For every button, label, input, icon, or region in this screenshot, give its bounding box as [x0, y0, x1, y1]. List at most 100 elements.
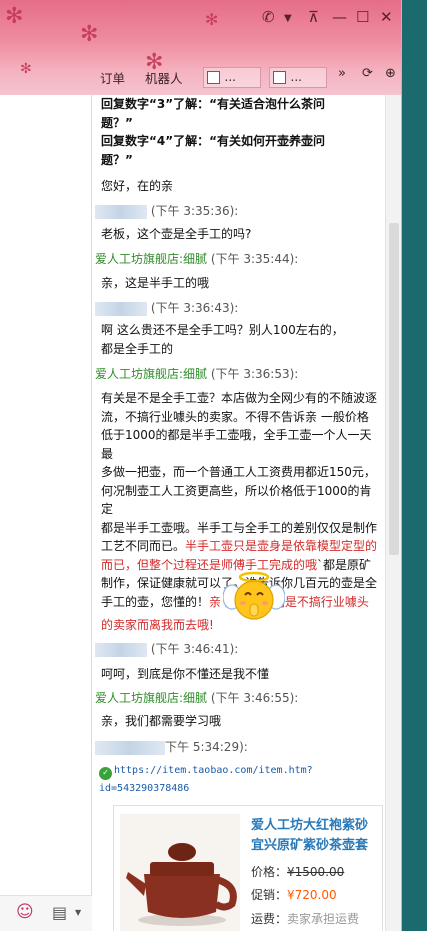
auto-reply-text: 回复数字“3”了解：“有关适合泡什么茶问 题？” 回复数字“4”了解：“有关如何… [101, 95, 379, 169]
refresh-icon[interactable]: ⟳ [362, 66, 373, 81]
more-tabs-button[interactable]: » [338, 66, 346, 81]
text-line: 多做一把壶，而一个普通工人工资费用都近150元， [101, 465, 376, 479]
pin-icon[interactable]: ⊼ [308, 10, 319, 25]
tab-label: ... [290, 70, 302, 84]
tab-plugin-2[interactable]: ... [268, 66, 327, 88]
text-line: 题？” [101, 115, 133, 130]
promo-row: 促销：¥720.00 [251, 886, 337, 903]
text-span: 工艺不同而已。 [101, 539, 186, 553]
add-icon[interactable]: ⊕ [385, 66, 396, 81]
sender-name: 爱人工坊旗舰店:细腻 [95, 691, 208, 705]
text-line: 回复数字“4”了解：“有关如何开壶养壶问 [101, 134, 326, 148]
blurred-username [95, 642, 147, 657]
timestamp: (下午 3:46:55): [207, 691, 299, 705]
message-header: (下午 3:36:43): [95, 299, 238, 316]
tab-label: ... [224, 70, 236, 84]
text-line: 回复数字“3”了解：“有关适合泡什么茶问 [101, 97, 326, 111]
timestamp: (下午 3:46:41): [150, 642, 239, 656]
chat-window: ✻ ✻ ✻ ✻ ✻ ✆ ▼ ⊼ — ☐ ✕ 订单 机器人 ... ... » ⟳… [0, 0, 402, 931]
chat-scrollbar[interactable] [385, 95, 401, 931]
hands-icon [249, 603, 259, 617]
blurred-username [95, 740, 165, 755]
cheek-icon [262, 601, 268, 605]
left-toolbar: ☺ ▤ ▼ [0, 895, 92, 931]
sender-name: 爱人工坊旗舰店:细腻 [95, 367, 208, 381]
title-bar: ✻ ✻ ✻ ✻ ✻ ✆ ▼ ⊼ — ☐ ✕ 订单 机器人 ... ... » ⟳… [0, 0, 401, 95]
message-customer: 呵呵，到底是你不懂还是我不懂 [101, 667, 270, 681]
teapot-knob [168, 843, 196, 861]
left-pane: ☺ ▤ ▼ [0, 95, 92, 931]
promo-label: 促销： [251, 888, 288, 902]
product-card[interactable]: 爱人工坊大红袍紫砂 宜兴原矿紫砂茶壶套 价格：¥1500.00 促销：¥720.… [113, 805, 383, 931]
shipping-value: 卖家承担运费 [287, 912, 360, 926]
promo-price: ¥720.00 [287, 888, 337, 902]
close-icon[interactable]: ✕ [380, 10, 393, 25]
tab-bar: 订单 机器人 ... ... [100, 66, 335, 88]
flower-decoration: ✻ [80, 22, 99, 47]
shipping-row: 运费：卖家承担运费 [251, 910, 359, 927]
message-header: 爱人工坊旗舰店:细腻 (下午 3:36:53): [95, 365, 298, 382]
flower-decoration: ✻ [20, 61, 32, 77]
teapot-body [144, 874, 220, 918]
chevron-down-icon[interactable]: ▼ [284, 14, 292, 24]
phone-icon[interactable]: ✆ [262, 10, 275, 25]
text-line: 低于1000的都是半手工壶哦，全手工壶一个人一天最 [101, 428, 372, 461]
shipping-label: 运费： [251, 912, 288, 926]
text-line: 流，不搞行业噱头的卖家。不得不告诉亲 一般价格 [101, 409, 369, 424]
text-line: 何况制壶工人工资更高些，所以价格低于1000的肯定 [101, 483, 372, 517]
message-customer: 啊 这么贵还不是全手工吗？别人100左右的， 都是全手工的 [101, 321, 379, 358]
text-line: 都是全手工的 [101, 341, 174, 356]
message-header: (下午 3:46:41): [95, 640, 238, 657]
plugin-icon [206, 70, 220, 84]
document-icon[interactable]: ▤ [52, 903, 67, 922]
teapot-lid [150, 862, 214, 876]
minimize-icon[interactable]: — [332, 10, 347, 25]
blurred-username [95, 204, 147, 219]
flower-decoration: ✻ [205, 10, 219, 29]
timestamp: (下午 3:36:43): [150, 301, 239, 315]
message-shop-tail: 的卖家而离我而去哦! [101, 618, 214, 632]
price-label: 价格： [251, 865, 288, 879]
timestamp: (下午 3:35:44): [207, 252, 299, 266]
original-price: ¥1500.00 [287, 865, 345, 879]
message-header: (下午 3:35:36): [95, 202, 238, 219]
tab-orders[interactable]: 订单 [100, 68, 125, 87]
tab-robot[interactable]: 机器人 [145, 68, 183, 87]
message-header: 爱人工坊旗舰店:细腻 (下午 3:46:55): [95, 689, 298, 706]
product-link[interactable]: ✓ https://item.taobao.com/item.htm? id=54… [99, 762, 313, 797]
message-shop: 亲，这是半手工的哦 [101, 276, 210, 290]
chat-history: 回复数字“3”了解：“有关适合泡什么茶问 题？” 回复数字“4”了解：“有关如何… [93, 95, 383, 931]
timestamp: (下午 3:36:53): [207, 367, 299, 381]
text-span: `都是原矿 [317, 557, 372, 572]
chevron-down-icon[interactable]: ▼ [75, 908, 81, 917]
text-line: ✓ https://item.taobao.com/item.htm? [99, 762, 313, 780]
message-shop: 亲，我们都需要学习哦 [101, 714, 222, 728]
link-text[interactable]: id=543290378486 [99, 780, 313, 797]
cheek-icon [240, 601, 246, 605]
link-text[interactable]: https://item.taobao.com/item.htm? [114, 765, 313, 776]
maximize-icon[interactable]: ☐ [356, 10, 369, 25]
text-line: 啊 这么贵还不是全手工吗？别人100左右的， [101, 323, 344, 337]
price-row: 价格：¥1500.00 [251, 863, 344, 880]
tab-plugin-1[interactable]: ... [202, 66, 261, 88]
emoji-chat-icon[interactable]: ☺ [16, 902, 34, 922]
text-span: 手工的壶，您懂的！ [101, 594, 210, 609]
message-header: 下午 5:34:29): [95, 738, 248, 755]
text-line: 宜兴原矿紫砂茶壶套 [251, 838, 369, 853]
teapot-image [120, 814, 240, 931]
text-line: 题？” [101, 152, 133, 167]
halo-icon [238, 571, 270, 583]
text-line: 爱人工坊大红袍紫砂 [251, 818, 369, 833]
blurred-username [95, 301, 147, 316]
highlight-text: 半手工壶只是壶身是依靠模型定型的 [185, 539, 378, 553]
message-header: 爱人工坊旗舰店:细腻 (下午 3:35:44): [95, 250, 298, 267]
product-title[interactable]: 爱人工坊大红袍紫砂 宜兴原矿紫砂茶壶套 [251, 816, 383, 856]
message-customer: 老板，这个壶是全手工的吗? [101, 227, 252, 241]
verified-check-icon: ✓ [99, 767, 112, 780]
timestamp: (下午 3:35:36): [150, 204, 239, 218]
flower-decoration: ✻ [5, 4, 24, 29]
message-greeting: 您好，在的亲 [101, 179, 174, 193]
highlight-text: 而已，但整个过程还是师傅手工完成的哦 [101, 557, 318, 572]
sender-name: 爱人工坊旗舰店:细腻 [95, 252, 208, 266]
scrollbar-thumb[interactable] [389, 223, 399, 555]
